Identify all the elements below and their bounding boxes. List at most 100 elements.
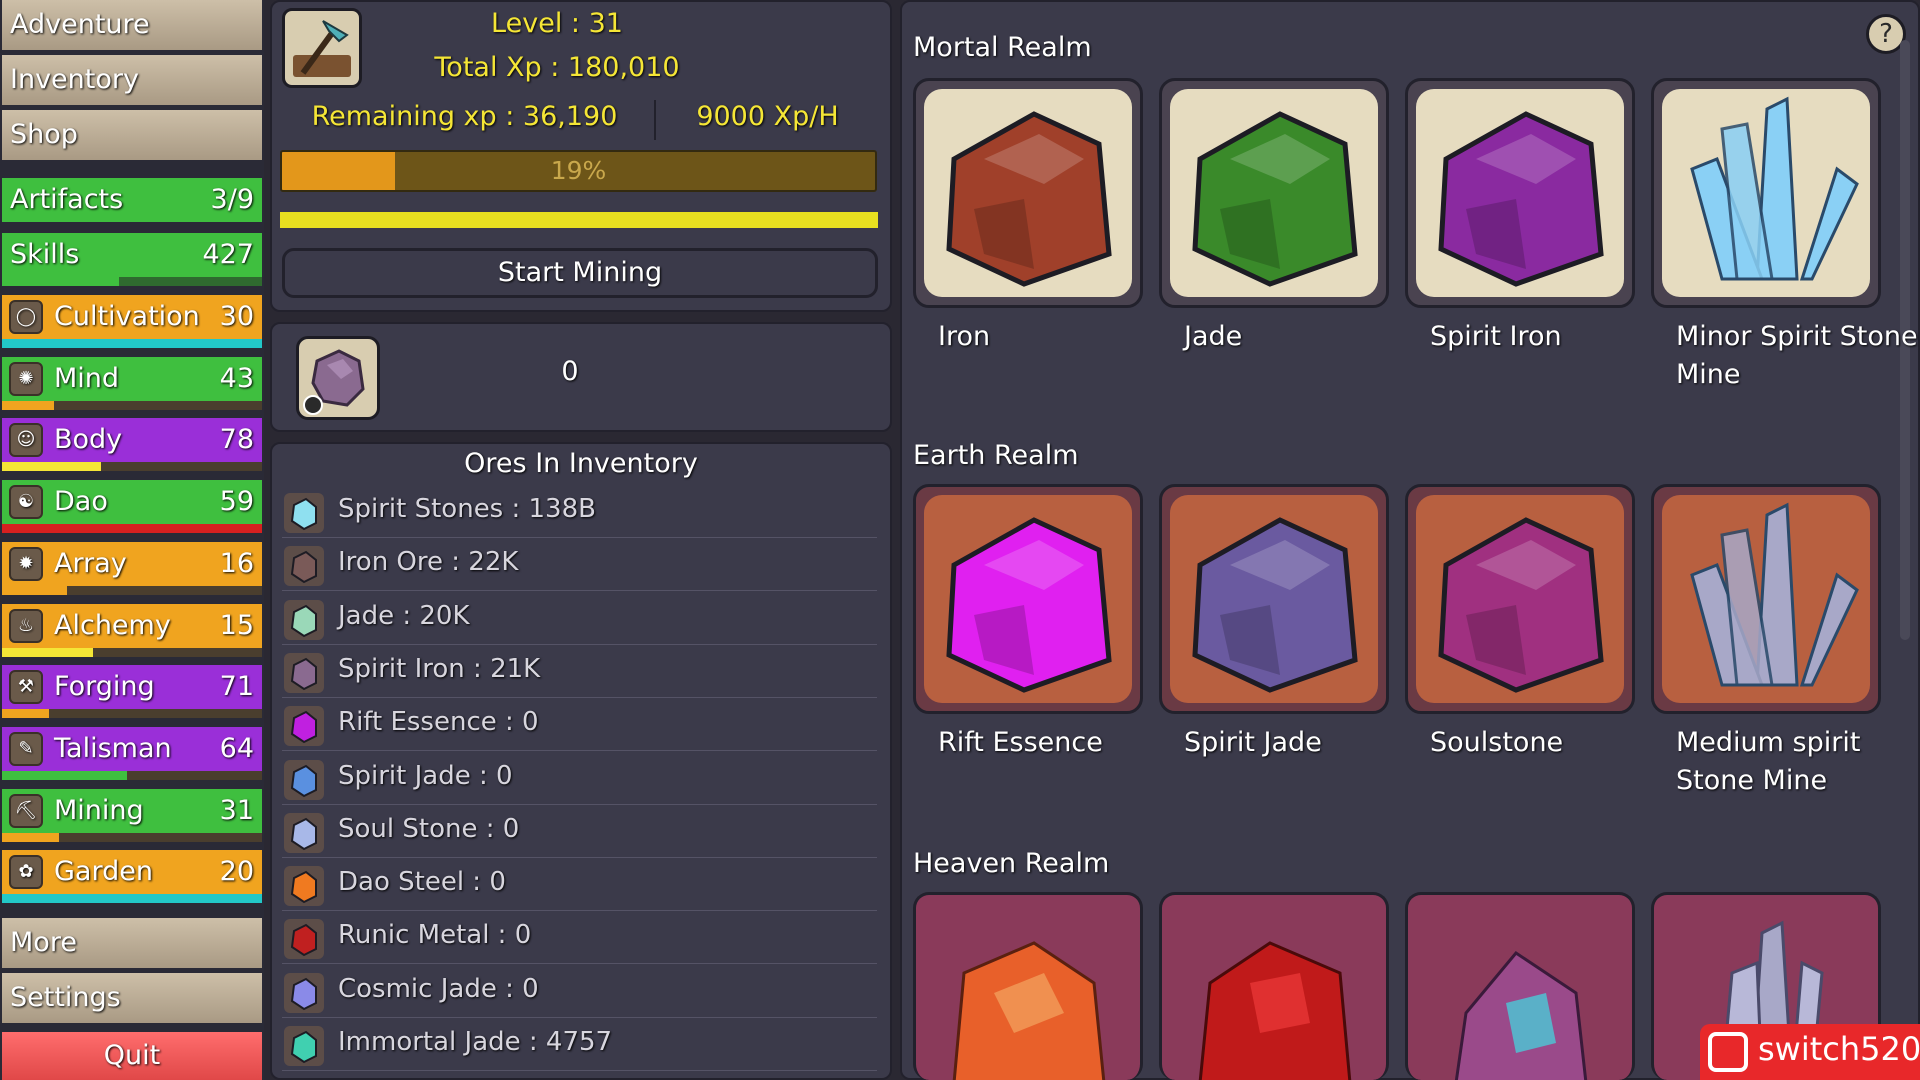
ore-icon	[284, 599, 324, 640]
skill-level: 30	[219, 301, 254, 332]
earth-realm-title: Earth Realm	[913, 440, 1079, 471]
ore-name-label: Iron	[938, 321, 991, 352]
switch-logo-icon	[1708, 1032, 1748, 1072]
mortal-ore-tile-jade[interactable]	[1159, 78, 1389, 308]
watermark: switch520	[1700, 1024, 1920, 1080]
ore-rock-icon	[1192, 111, 1358, 287]
talisman-icon: ✎	[9, 731, 43, 766]
skill-progress-bar	[2, 585, 262, 595]
skills-header[interactable]: Skills 427	[2, 233, 262, 286]
heaven-ore-tile-1[interactable]	[913, 892, 1143, 1080]
mortal-ore-tile-spirit-iron[interactable]	[1405, 78, 1635, 308]
skill-label: Alchemy	[54, 609, 171, 641]
skill-progress-bar	[2, 894, 262, 904]
selected-ore-slot[interactable]	[296, 336, 380, 420]
spirit-iron-ore-icon	[303, 349, 365, 415]
skill-level: 31	[219, 794, 254, 826]
ore-icon	[284, 546, 324, 587]
skill-cultivation[interactable]: ◯ Cultivation 30	[2, 295, 262, 348]
skill-progress-fill	[2, 339, 262, 348]
ore-name-label: Minor Spirit Stone Mine	[1676, 321, 1918, 390]
ore-icon	[284, 812, 324, 853]
ore-inventory-label: Iron Ore : 22K	[338, 547, 519, 578]
earth-ore-tile-soulstone[interactable]	[1405, 484, 1635, 714]
earth-ore-tile-medium-spirit-stone-mine[interactable]	[1651, 484, 1881, 714]
more-button[interactable]: More	[2, 918, 262, 968]
skill-talisman[interactable]: ✎ Talisman 64	[2, 726, 262, 780]
earth-ore-tile-spirit-jade[interactable]	[1159, 484, 1389, 714]
skill-progress-bar	[2, 770, 262, 780]
skill-level: 20	[219, 856, 254, 888]
skill-progress-fill	[2, 770, 127, 780]
ore-icon	[284, 493, 324, 533]
heaven-ore-1-icon	[952, 941, 1106, 1080]
anvil-icon: ⚒	[9, 670, 43, 705]
earth-ore-tile-rift-essence[interactable]	[913, 484, 1143, 714]
skill-body[interactable]: ☺ Body 78	[2, 418, 262, 472]
skill-alchemy[interactable]: ♨ Alchemy 15	[2, 603, 262, 657]
ore-inventory-label: Rift Essence : 0	[338, 707, 539, 738]
heaven-ore-tile-2[interactable]	[1159, 892, 1389, 1080]
skill-label: Mining	[54, 794, 144, 826]
skill-progress-fill	[2, 894, 262, 904]
crystal-icon	[1690, 502, 1859, 687]
skill-label: Cultivation	[54, 301, 200, 332]
ore-inventory-label: Spirit Stones : 138B	[338, 494, 596, 524]
skill-label: Forging	[54, 671, 155, 703]
artifacts-label: Artifacts	[10, 184, 124, 215]
skill-level: 71	[219, 671, 254, 703]
selected-ore-count: 0	[561, 356, 579, 387]
ore-name-label: Medium spirit Stone Mine	[1676, 727, 1861, 796]
skill-label: Garden	[54, 856, 153, 888]
ores-inventory-title: Ores In Inventory	[464, 448, 698, 479]
settings-button[interactable]: Settings	[2, 973, 262, 1023]
ore-inventory-label: Jade : 20K	[338, 600, 470, 631]
ore-rock-icon	[946, 517, 1112, 693]
heaven-realm-title: Heaven Realm	[913, 848, 1110, 879]
mining-progress-bar: 19%	[280, 150, 877, 192]
ore-icon	[284, 866, 324, 907]
mining-progress-text: 19%	[550, 156, 607, 185]
ore-inventory-row: Soul Stone : 0	[282, 806, 877, 858]
ore-inventory-row: Jade : 20K	[282, 593, 877, 645]
yin-yang-icon: ☯	[9, 485, 43, 520]
ore-name-label: Spirit Jade	[1184, 727, 1322, 758]
artifacts-button[interactable]: Artifacts 3/9	[2, 178, 262, 222]
pickaxe-icon: ⛏	[9, 793, 43, 828]
skill-forging[interactable]: ⚒ Forging 71	[2, 665, 262, 719]
artifacts-count: 3/9	[210, 184, 254, 215]
ore-inventory-label: Immortal Jade : 4757	[338, 1027, 613, 1057]
skill-level: 64	[219, 732, 254, 764]
skills-progress-bar	[2, 277, 262, 286]
ore-inventory-row: Spirit Jade : 0	[282, 753, 877, 805]
ore-inventory-row: Rift Essence : 0	[282, 699, 877, 752]
nav-shop-button[interactable]: Shop	[2, 110, 262, 160]
skill-dao[interactable]: ☯ Dao 59	[2, 480, 262, 534]
skill-progress-fill	[2, 647, 93, 657]
skills-total: 427	[202, 239, 254, 270]
skill-progress-fill	[2, 400, 54, 410]
heaven-ore-tile-3[interactable]	[1405, 892, 1635, 1080]
orb-icon: ◯	[9, 300, 43, 334]
skill-mind[interactable]: ✺ Mind 43	[2, 356, 262, 410]
skill-garden[interactable]: ✿ Garden 20	[2, 850, 262, 904]
ore-inventory-label: Spirit Jade : 0	[338, 760, 513, 791]
mortal-ore-tile-minor-spirit-stone-mine[interactable]	[1651, 78, 1881, 308]
ore-name-label: Soulstone	[1430, 727, 1564, 758]
skill-mining[interactable]: ⛏ Mining 31	[2, 788, 262, 842]
start-mining-button[interactable]: Start Mining	[282, 248, 878, 298]
ore-icon	[284, 652, 324, 693]
quit-button[interactable]: Quit	[2, 1032, 262, 1080]
skill-progress-fill	[2, 709, 49, 719]
ore-inventory-label: Soul Stone : 0	[338, 813, 520, 844]
skill-level: 16	[219, 547, 254, 579]
ore-name-label: Rift Essence	[938, 727, 1103, 758]
ore-icon	[284, 919, 324, 960]
mortal-ore-tile-iron[interactable]	[913, 78, 1143, 308]
skill-progress-bar	[2, 462, 262, 472]
skill-array[interactable]: ✹ Array 16	[2, 541, 262, 595]
ore-rock-icon	[946, 111, 1112, 287]
ore-inventory-row: Dao Steel : 0	[282, 859, 877, 912]
skill-label: Mind	[54, 362, 120, 394]
skill-level: 43	[219, 362, 254, 394]
